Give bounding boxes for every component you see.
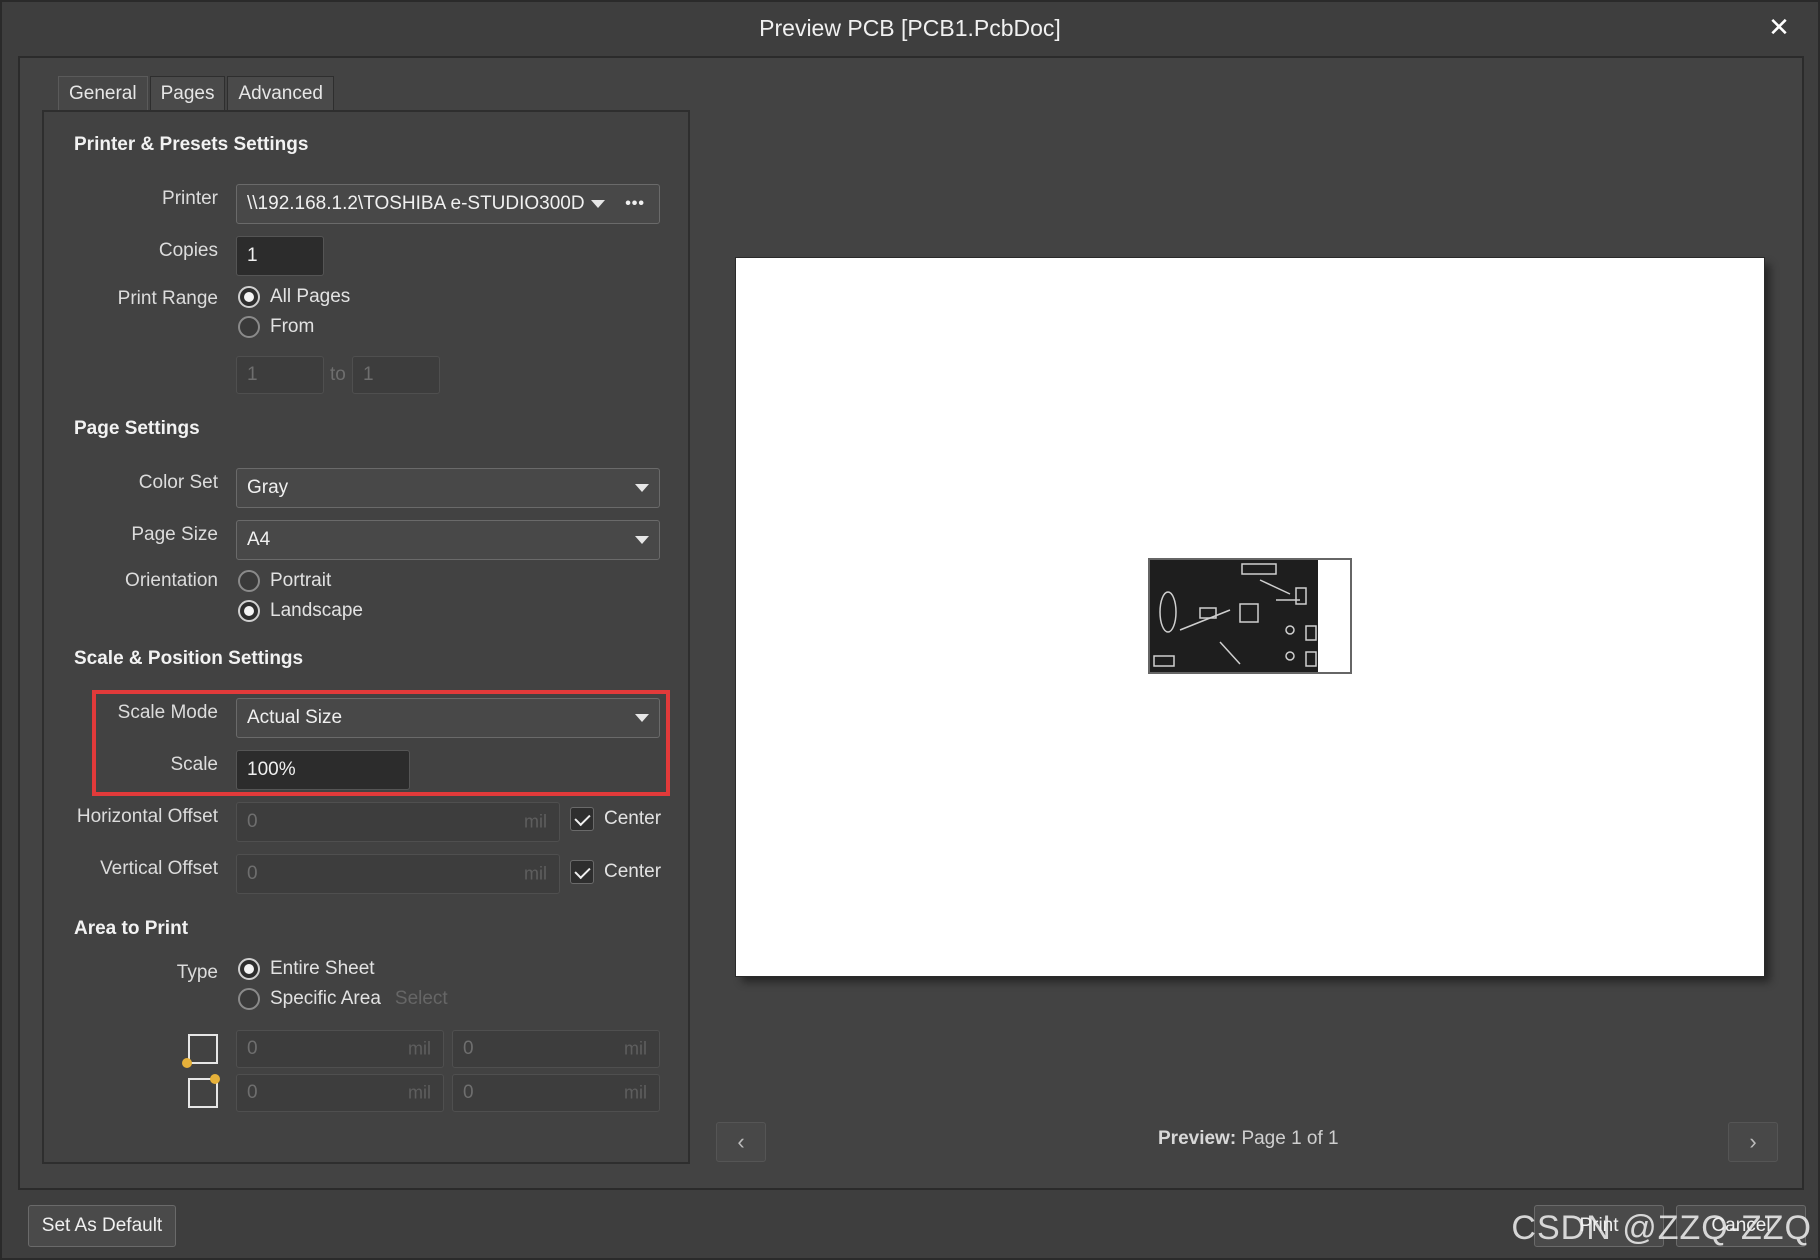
radio-icon[interactable] bbox=[238, 958, 260, 980]
area-x2-value: 0 bbox=[247, 1082, 258, 1103]
vertical-center-checkbox[interactable]: Center bbox=[570, 860, 661, 884]
range-all-pages-label: All Pages bbox=[270, 286, 351, 307]
dialog-title: Preview PCB [PCB1.PcbDoc] bbox=[759, 14, 1061, 41]
horizontal-offset-label: Horizontal Offset bbox=[76, 806, 218, 827]
chevron-down-icon bbox=[591, 200, 605, 208]
print-range-label: Print Range bbox=[117, 288, 218, 309]
radio-icon[interactable] bbox=[238, 600, 260, 622]
area-y1-value: 0 bbox=[463, 1038, 474, 1059]
horizontal-offset-value: 0 bbox=[247, 811, 258, 832]
horizontal-offset-input[interactable]: 0 mil bbox=[236, 802, 560, 842]
bottom-left-corner-icon bbox=[188, 1034, 218, 1064]
scale-highlight-box bbox=[92, 690, 670, 796]
range-from-label: From bbox=[270, 316, 315, 337]
page-settings-heading: Page Settings bbox=[74, 418, 200, 439]
pcb-board bbox=[1150, 560, 1318, 672]
area-x1-value: 0 bbox=[247, 1038, 258, 1059]
tab-advanced[interactable]: Advanced bbox=[227, 76, 334, 110]
area-x2-input[interactable]: 0 mil bbox=[236, 1074, 444, 1112]
color-set-value: Gray bbox=[247, 477, 289, 498]
entire-sheet-option[interactable]: Entire Sheet bbox=[238, 958, 375, 980]
vertical-offset-label: Vertical Offset bbox=[100, 858, 218, 879]
tab-general[interactable]: General bbox=[58, 76, 148, 110]
area-y1-input[interactable]: 0 mil bbox=[452, 1030, 660, 1068]
area-y2-value: 0 bbox=[463, 1082, 474, 1103]
vertical-offset-input[interactable]: 0 mil bbox=[236, 854, 560, 894]
landscape-label: Landscape bbox=[270, 600, 363, 621]
printer-presets-heading: Printer & Presets Settings bbox=[74, 134, 309, 155]
range-all-pages-option[interactable]: All Pages bbox=[238, 286, 350, 308]
pcb-thumbnail bbox=[1148, 558, 1352, 674]
specific-area-label: Specific Area bbox=[270, 988, 381, 1009]
orientation-portrait-option[interactable]: Portrait bbox=[238, 570, 331, 592]
preview-pcb-dialog: Preview PCB [PCB1.PcbDoc] ✕ General Page… bbox=[0, 0, 1820, 1260]
unit-label: mil bbox=[524, 863, 547, 884]
close-icon[interactable]: ✕ bbox=[1762, 10, 1796, 44]
chevron-left-icon: ‹ bbox=[737, 1129, 745, 1154]
unit-label: mil bbox=[624, 1038, 647, 1059]
area-y2-input[interactable]: 0 mil bbox=[452, 1074, 660, 1112]
tab-pages[interactable]: Pages bbox=[149, 76, 226, 110]
tab-bar: General Pages Advanced bbox=[58, 76, 336, 110]
range-to-label: to bbox=[330, 364, 346, 385]
horizontal-center-checkbox[interactable]: Center bbox=[570, 807, 661, 831]
select-link[interactable]: Select bbox=[395, 988, 448, 1010]
printer-label: Printer bbox=[162, 188, 218, 209]
chevron-down-icon bbox=[635, 536, 649, 544]
pcb-traces bbox=[1153, 563, 1317, 667]
preview-page-indicator: Page 1 of 1 bbox=[1241, 1128, 1339, 1149]
corner-marker-dot bbox=[210, 1074, 220, 1084]
specific-area-option[interactable]: Specific Area Select bbox=[238, 988, 448, 1010]
area-x1-input[interactable]: 0 mil bbox=[236, 1030, 444, 1068]
copies-input[interactable]: 1 bbox=[236, 236, 324, 276]
portrait-label: Portrait bbox=[270, 570, 332, 591]
radio-icon[interactable] bbox=[238, 570, 260, 592]
center-label: Center bbox=[604, 861, 662, 882]
center-label: Center bbox=[604, 808, 662, 829]
printer-select[interactable]: \\192.168.1.2\TOSHIBA e-STUDIO300D ••• bbox=[236, 184, 660, 224]
color-set-select[interactable]: Gray bbox=[236, 468, 660, 508]
page-size-value: A4 bbox=[247, 529, 271, 550]
vertical-offset-value: 0 bbox=[247, 863, 258, 884]
unit-label: mil bbox=[408, 1038, 431, 1059]
scale-position-heading: Scale & Position Settings bbox=[74, 648, 304, 669]
page-size-select[interactable]: A4 bbox=[236, 520, 660, 560]
page-size-label: Page Size bbox=[131, 524, 218, 545]
settings-panel: Printer & Presets Settings Printer \\192… bbox=[42, 110, 690, 1164]
range-from-input[interactable]: 1 bbox=[236, 356, 324, 394]
color-set-label: Color Set bbox=[138, 472, 218, 493]
watermark-text: CSDN @ZZQ-ZZQ bbox=[1511, 1209, 1812, 1247]
print-preview-page bbox=[736, 258, 1764, 976]
unit-label: mil bbox=[624, 1082, 647, 1103]
checkbox-icon[interactable] bbox=[570, 860, 594, 884]
radio-icon[interactable] bbox=[238, 286, 260, 308]
title-bar: Preview PCB [PCB1.PcbDoc] bbox=[2, 2, 1818, 54]
preview-status-label: Preview: bbox=[1158, 1128, 1237, 1149]
orientation-landscape-option[interactable]: Landscape bbox=[238, 600, 363, 622]
chevron-down-icon bbox=[635, 484, 649, 492]
previous-page-button[interactable]: ‹ bbox=[716, 1122, 766, 1162]
radio-icon[interactable] bbox=[238, 316, 260, 338]
unit-label: mil bbox=[524, 811, 547, 832]
orientation-label: Orientation bbox=[125, 570, 218, 591]
entire-sheet-label: Entire Sheet bbox=[270, 958, 375, 979]
chevron-right-icon: › bbox=[1749, 1129, 1757, 1154]
printer-value: \\192.168.1.2\TOSHIBA e-STUDIO300D bbox=[247, 193, 585, 214]
radio-icon[interactable] bbox=[238, 988, 260, 1010]
next-page-button[interactable]: › bbox=[1728, 1122, 1778, 1162]
range-from-option[interactable]: From bbox=[238, 316, 314, 338]
preview-status: Preview: Page 1 of 1 bbox=[1158, 1128, 1339, 1150]
unit-label: mil bbox=[408, 1082, 431, 1103]
checkbox-icon[interactable] bbox=[570, 807, 594, 831]
set-as-default-button[interactable]: Set As Default bbox=[28, 1205, 176, 1247]
area-to-print-heading: Area to Print bbox=[74, 918, 189, 939]
corner-marker-dot bbox=[182, 1058, 192, 1068]
range-to-input[interactable]: 1 bbox=[352, 356, 440, 394]
more-options-icon[interactable]: ••• bbox=[625, 195, 645, 213]
copies-label: Copies bbox=[158, 240, 218, 261]
type-label: Type bbox=[176, 962, 218, 983]
